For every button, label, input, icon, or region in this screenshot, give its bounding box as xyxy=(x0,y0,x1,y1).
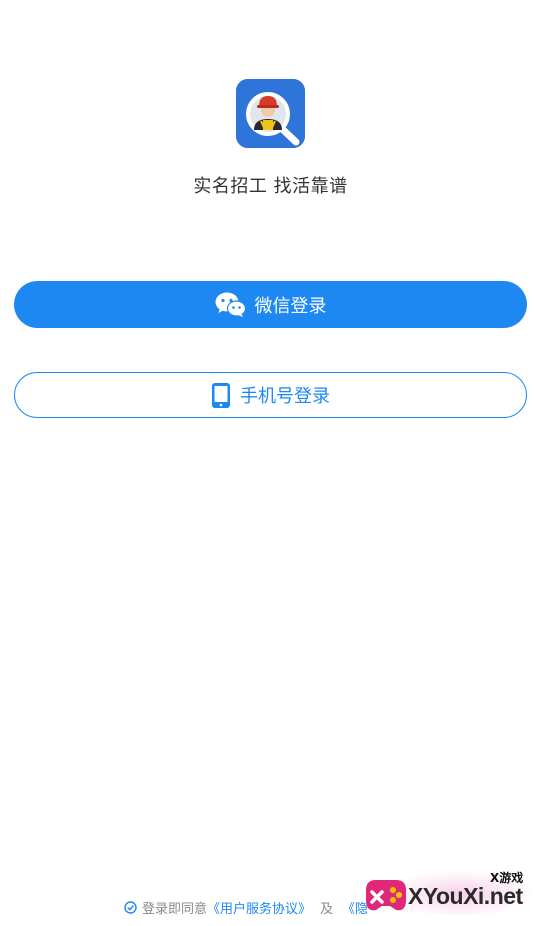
wechat-icon xyxy=(215,292,246,317)
agreement-notice: 登录即同意 《用户服务协议》 及 《隐 xyxy=(124,898,368,917)
watermark-text: XYouXi.net xyxy=(408,883,523,909)
phone-login-button[interactable]: 手机号登录 xyxy=(14,372,527,418)
gamepad-logo-icon xyxy=(366,880,406,911)
watermark: XYouXi.net X游戏 xyxy=(360,866,535,926)
phone-login-label: 手机号登录 xyxy=(240,386,330,407)
watermark-subtext: X游戏 xyxy=(490,871,524,885)
wechat-login-label: 微信登录 xyxy=(254,295,327,317)
app-slogan: 实名招工 找活靠谱 xyxy=(193,176,348,197)
wechat-login-button[interactable]: 微信登录 xyxy=(14,281,527,328)
agreement-prefix: 登录即同意 xyxy=(142,901,208,917)
agreement-and: 及 xyxy=(320,901,334,917)
check-circle-icon[interactable] xyxy=(124,900,137,914)
app-logo-icon xyxy=(236,79,305,148)
user-service-agreement-link[interactable]: 《用户服务协议》 xyxy=(207,898,311,917)
smartphone-icon xyxy=(212,382,230,408)
